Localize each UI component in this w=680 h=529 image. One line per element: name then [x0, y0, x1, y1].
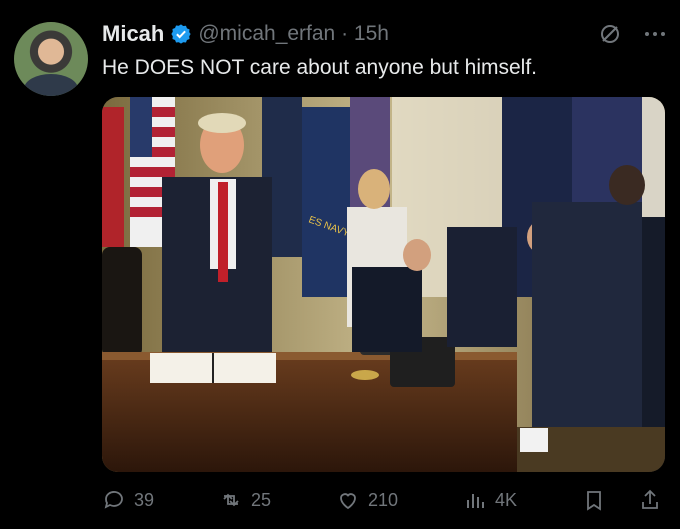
repost-count: 25 — [250, 489, 272, 510]
grok-icon[interactable] — [598, 22, 622, 46]
verified-badge-icon — [171, 24, 191, 44]
tweet-header: Micah @micah_erfan · 15h — [102, 18, 680, 50]
repost-button[interactable]: 25 — [219, 488, 271, 512]
author-handle-text: @micah_erfan — [198, 22, 336, 45]
action-bar: 39 25 210 4K — [102, 484, 662, 516]
avatar[interactable] — [14, 22, 88, 96]
avatar-shirt — [24, 74, 78, 96]
separator-dot: · — [335, 22, 354, 45]
views-button[interactable]: 4K — [463, 488, 517, 512]
heart-icon — [340, 493, 356, 510]
reply-icon — [104, 491, 123, 509]
like-button[interactable]: 210 — [336, 488, 398, 512]
top-icons — [598, 22, 666, 46]
bookmark-icon[interactable] — [582, 488, 606, 512]
views-count: 4K — [494, 489, 517, 510]
repost-icon — [223, 493, 239, 507]
photo-scene: ES NAVY — [102, 97, 665, 472]
author-handle[interactable]: @micah_erfan · 15h — [198, 22, 389, 46]
more-icon[interactable] — [644, 30, 666, 38]
aide-standing — [532, 165, 645, 472]
tweet-text: He DOES NOT care about anyone but himsel… — [102, 56, 537, 79]
views-icon — [466, 494, 484, 508]
navy-flag: ES NAVY — [302, 107, 351, 297]
bookmark-share — [582, 488, 662, 512]
share-icon[interactable] — [638, 488, 662, 512]
like-count: 210 — [367, 489, 399, 510]
tweet-photo[interactable]: ES NAVY — [102, 97, 665, 472]
reply-count: 39 — [134, 489, 155, 510]
author-name[interactable]: Micah — [102, 21, 164, 47]
reply-button[interactable]: 39 — [102, 488, 154, 512]
tweet-time: 15h — [353, 22, 389, 45]
